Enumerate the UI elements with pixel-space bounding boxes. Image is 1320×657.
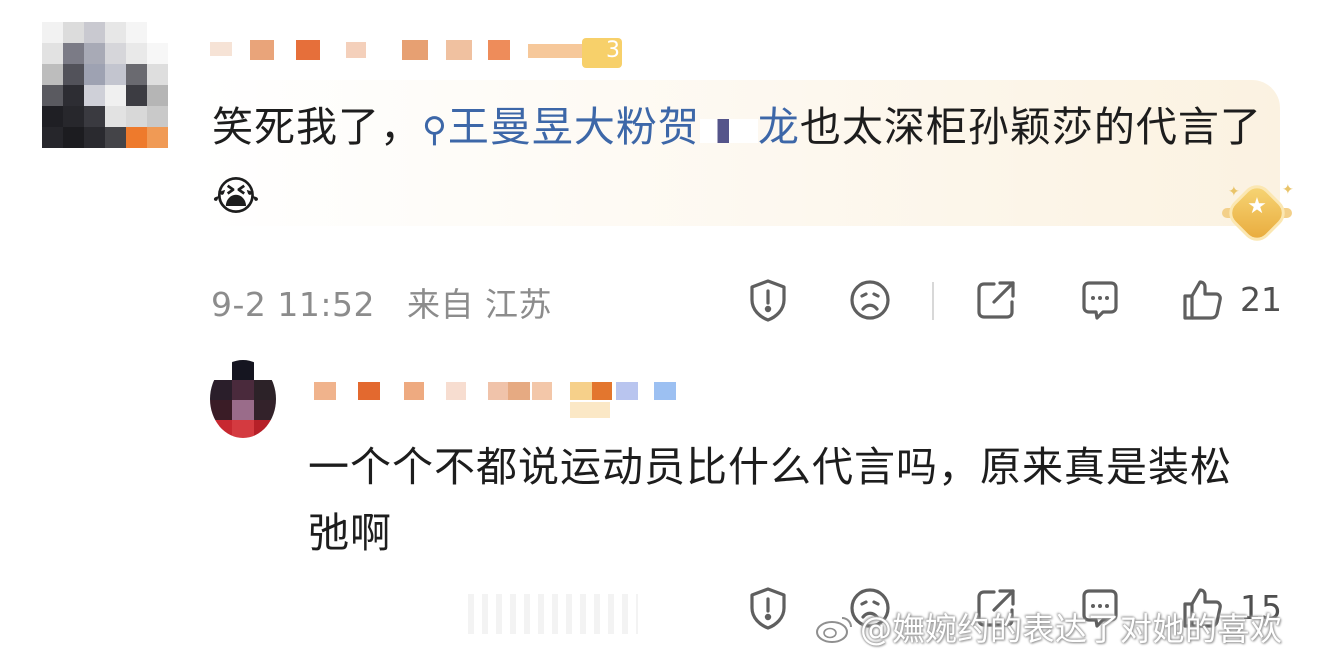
report-icon[interactable] — [744, 584, 792, 632]
reply-username[interactable] — [300, 374, 680, 422]
dislike-icon[interactable] — [846, 276, 894, 324]
share-icon[interactable] — [972, 276, 1020, 324]
mention-link[interactable]: ⚲王曼昱大粉贺 — [422, 103, 700, 151]
commenter-username[interactable]: 3 — [210, 38, 622, 74]
mention-tail[interactable]: 龙 — [758, 103, 800, 151]
watermark: @嫵婉约的表达了对她的喜欢 — [814, 604, 1283, 650]
reply-text: 一个个不都说运动员比什么代言吗，原来真是装松弛啊 — [308, 443, 1232, 557]
report-icon[interactable] — [744, 276, 792, 324]
thumbs-up-icon[interactable] — [1178, 276, 1226, 324]
obscured-meta — [468, 594, 638, 634]
comment-text-after: 也太深柜孙颖莎的代言了 — [799, 103, 1262, 151]
commenter-avatar[interactable] — [42, 22, 168, 148]
comment-text-before: 笑死我了， — [212, 103, 422, 151]
user-level-badge: 3 — [582, 38, 622, 68]
comment-meta: 9-2 11:52 来自 江苏 — [211, 278, 552, 326]
comment-source: 来自 江苏 — [407, 285, 552, 324]
watermark-text: @嫵婉约的表达了对她的喜欢 — [860, 610, 1283, 648]
sparkle-icon: ✦ — [1228, 184, 1240, 200]
comment-date: 9-2 11:52 — [211, 285, 375, 324]
sparkle-icon: ✦ — [1282, 182, 1294, 198]
mention-text: 王曼昱大粉贺 — [447, 103, 700, 151]
crying-emoji: 😭 — [212, 172, 261, 220]
action-divider — [932, 282, 934, 320]
like-count: 21 — [1240, 280, 1282, 319]
reply-avatar[interactable] — [210, 360, 276, 438]
weibo-logo-icon — [814, 614, 854, 644]
mention-obscured — [699, 119, 758, 143]
comment-icon[interactable] — [1076, 276, 1124, 324]
search-icon: ⚲ — [422, 110, 448, 150]
comment-text: 笑死我了，⚲王曼昱大粉贺 龙也太深柜孙颖莎的代言了 😭 — [212, 94, 1262, 229]
